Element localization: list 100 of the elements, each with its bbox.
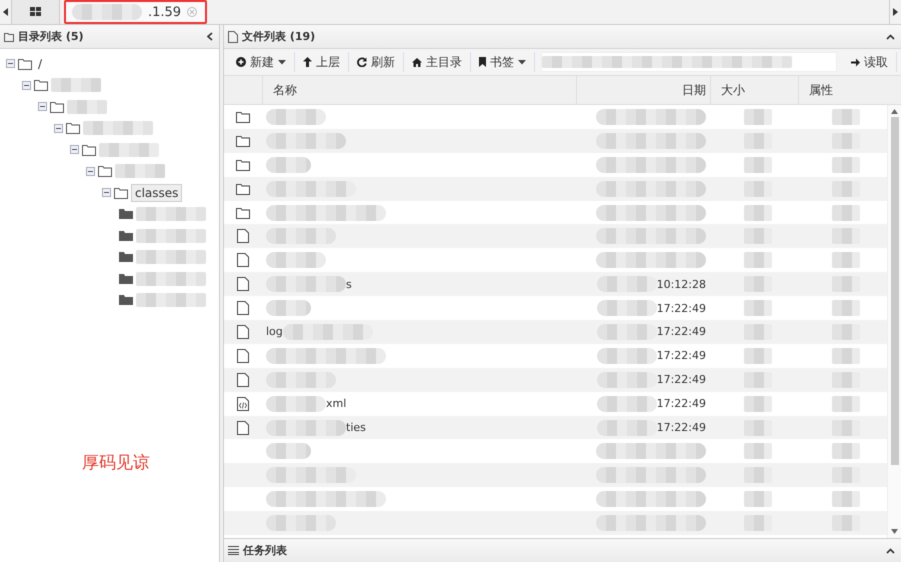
date-cell: 17:22:49: [656, 349, 706, 362]
redacted-mosaic: [744, 228, 772, 244]
folder-icon: [118, 230, 134, 242]
caret-icon: [278, 60, 286, 64]
redacted-mosaic: [596, 420, 657, 436]
redacted-mosaic: [832, 467, 860, 484]
redacted-mosaic: [596, 372, 657, 388]
redacted-mosaic: [744, 515, 772, 532]
redacted-mosaic: [832, 348, 860, 364]
collapse-toggle-icon[interactable]: [86, 166, 95, 176]
file-icon: [237, 348, 249, 363]
collapse-toggle-icon[interactable]: [38, 102, 47, 112]
tree-item[interactable]: classes: [131, 184, 182, 202]
read-button[interactable]: 读取: [843, 52, 897, 72]
scroll-left-button[interactable]: [0, 0, 12, 24]
redacted-mosaic: [72, 4, 142, 20]
column-header[interactable]: 大小: [710, 76, 798, 104]
toolbar-button[interactable]: 刷新: [349, 52, 404, 72]
redacted-mosaic: [832, 228, 860, 244]
date-cell: 17:22:49: [656, 373, 706, 386]
list-icon: [228, 546, 239, 555]
toolbar-button[interactable]: 主目录: [404, 52, 471, 72]
scroll-right-button[interactable]: [889, 0, 901, 24]
redacted-mosaic: [832, 491, 860, 508]
file-name: s: [346, 278, 352, 291]
folder-icon: [118, 251, 134, 264]
folder-icon: [17, 58, 33, 70]
redacted-mosaic: [832, 132, 860, 149]
redacted-mosaic: [744, 443, 772, 460]
redacted-mosaic: [596, 396, 657, 412]
date-cell: 10:12:28: [656, 278, 706, 291]
collapse-toggle-icon[interactable]: [6, 59, 15, 68]
folder-icon: [97, 165, 113, 178]
redacted-mosaic: [596, 276, 657, 292]
toolbar-button[interactable]: 上层: [295, 52, 349, 72]
caret-icon: [518, 60, 526, 64]
grid-icon: [30, 7, 41, 17]
folder-icon: [118, 208, 134, 220]
collapse-toggle-icon[interactable]: [70, 145, 79, 154]
down-arrow-icon[interactable]: [891, 529, 898, 534]
redacted-mosaic: [832, 108, 860, 125]
redacted-mosaic: [832, 324, 860, 340]
column-header[interactable]: 日期: [576, 76, 710, 104]
folder-icon: [236, 182, 250, 195]
session-tab[interactable]: .1.59: [64, 0, 208, 24]
up-arrow-icon[interactable]: [891, 109, 898, 114]
redacted-mosaic: [596, 300, 657, 316]
grid-tab[interactable]: [12, 0, 60, 24]
redacted-mosaic: [136, 250, 206, 264]
redacted-mosaic: [744, 108, 772, 125]
tree-item[interactable]: /: [35, 56, 46, 72]
redacted-mosaic: [832, 515, 860, 532]
collapse-icon[interactable]: [886, 34, 895, 40]
folder-icon: [118, 294, 134, 306]
redacted-mosaic: [832, 372, 860, 388]
collapse-toggle-icon[interactable]: [22, 80, 31, 90]
redacted-mosaic: [744, 420, 772, 436]
date-cell: 17:22:49: [656, 325, 706, 338]
file-icon: [237, 277, 249, 292]
bookmark-icon: [479, 57, 486, 67]
redacted-mosaic: [832, 420, 860, 436]
redacted-mosaic: [744, 156, 772, 173]
redacted-mosaic: [744, 276, 772, 292]
date-cell: 17:22:49: [656, 421, 706, 434]
plus-icon: [236, 57, 246, 67]
panel-title: 目录列表 (5): [18, 29, 84, 44]
collapse-icon[interactable]: [886, 548, 895, 554]
redacted-mosaic: [744, 300, 772, 316]
scrollbar[interactable]: [887, 105, 901, 538]
toolbar-button[interactable]: 书签: [471, 52, 535, 72]
column-header[interactable]: 属性: [798, 76, 886, 104]
up-arrow-icon: [303, 57, 312, 67]
redacted-mosaic: [744, 180, 772, 197]
date-cell: 17:22:49: [656, 302, 706, 315]
redacted-mosaic: [83, 121, 153, 136]
file-icon: [237, 229, 249, 244]
redacted-mosaic: [136, 228, 206, 243]
collapse-toggle-icon[interactable]: [102, 188, 111, 198]
folder-icon: [118, 272, 134, 285]
panel-title: 文件列表 (19): [242, 29, 316, 44]
path-field[interactable]: [541, 52, 837, 72]
redacted-mosaic: [744, 396, 772, 412]
redacted-mosaic: [136, 207, 206, 222]
redacted-mosaic: [832, 276, 860, 292]
redacted-mosaic: [596, 324, 657, 340]
collapse-icon[interactable]: [207, 32, 213, 41]
folder-icon: [236, 158, 250, 171]
redacted-mosaic: [67, 100, 107, 114]
date-cell: 17:22:49: [656, 397, 706, 410]
redacted-mosaic: [136, 272, 206, 286]
redacted-mosaic: [832, 156, 860, 173]
toolbar-button[interactable]: 新建: [228, 52, 295, 72]
file-icon: [237, 301, 249, 316]
column-header[interactable]: 名称: [262, 76, 576, 104]
file-icon: [237, 324, 249, 339]
redacted-mosaic: [744, 491, 772, 508]
redacted-mosaic: [99, 142, 159, 157]
folder-icon: [236, 134, 250, 147]
collapse-toggle-icon[interactable]: [54, 124, 63, 133]
redacted-mosaic: [51, 78, 101, 92]
